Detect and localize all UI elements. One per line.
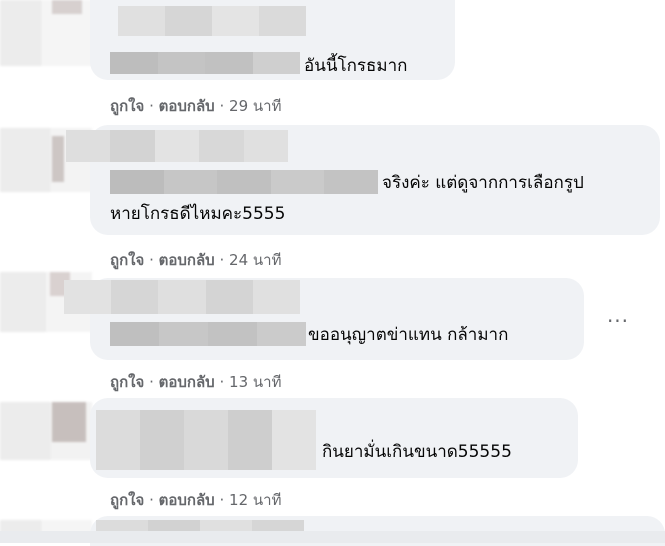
avatar[interactable] xyxy=(0,402,92,460)
comment-actions: ถูกใจ · ตอบกลับ · 12 นาที xyxy=(110,488,281,512)
separator: · xyxy=(219,491,225,509)
comment-actions: ถูกใจ · ตอบกลับ · 24 นาที xyxy=(110,248,281,272)
separator: · xyxy=(149,491,154,509)
more-options-icon[interactable]: ··· xyxy=(600,306,636,342)
comment-text-line-1: จริงค่ะ แต่ดูจากการเลือกรูป xyxy=(382,173,584,193)
reply-link[interactable]: ตอบกลับ xyxy=(159,251,215,269)
separator: · xyxy=(219,97,225,115)
blurred-author-name xyxy=(64,280,301,314)
blurred-text xyxy=(110,170,378,194)
avatar[interactable] xyxy=(0,0,92,66)
like-link[interactable]: ถูกใจ xyxy=(110,373,144,391)
blurred-author-name xyxy=(118,6,306,36)
timestamp[interactable]: 12 นาที xyxy=(229,491,281,509)
reply-link[interactable]: ตอบกลับ xyxy=(159,491,215,509)
separator: · xyxy=(219,373,225,391)
reply-link[interactable]: ตอบกลับ xyxy=(159,97,215,115)
separator: · xyxy=(149,97,154,115)
blurred-author-name xyxy=(66,130,289,162)
blurred-author-name xyxy=(96,410,316,470)
comment-actions: ถูกใจ · ตอบกลับ · 13 นาที xyxy=(110,370,281,394)
timestamp[interactable]: 24 นาที xyxy=(229,251,281,269)
reply-link[interactable]: ตอบกลับ xyxy=(159,373,215,391)
comment-text-line-2: หายโกรธดีไหมคะ5555 xyxy=(110,204,286,224)
comment-text: กินยามั่นเกินขนาด55555 xyxy=(322,442,512,462)
separator: · xyxy=(149,373,154,391)
like-link[interactable]: ถูกใจ xyxy=(110,97,144,115)
comment-text: ขออนุญาตข่าแทน กล้ามาก xyxy=(308,325,509,345)
timestamp[interactable]: 29 นาที xyxy=(229,97,281,115)
separator: · xyxy=(149,251,154,269)
separator: · xyxy=(219,251,225,269)
blurred-text xyxy=(110,322,306,346)
bottom-bar xyxy=(0,531,665,543)
comment-actions: ถูกใจ · ตอบกลับ · 29 นาที xyxy=(110,94,281,118)
comment-text: อันนี้โกรธมาก xyxy=(304,56,408,76)
blurred-text xyxy=(110,52,300,74)
timestamp[interactable]: 13 นาที xyxy=(229,373,281,391)
like-link[interactable]: ถูกใจ xyxy=(110,491,144,509)
like-link[interactable]: ถูกใจ xyxy=(110,251,144,269)
